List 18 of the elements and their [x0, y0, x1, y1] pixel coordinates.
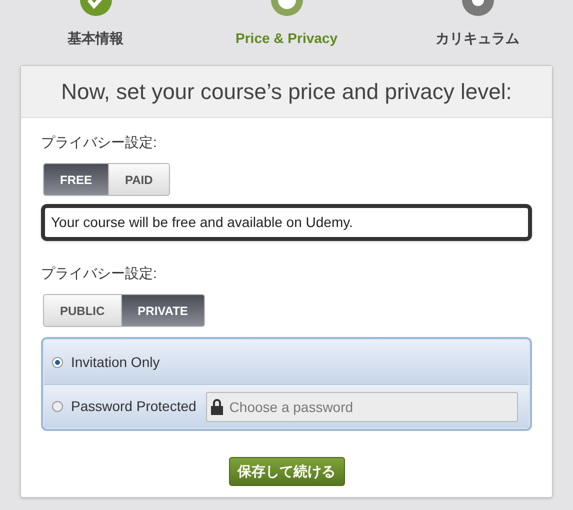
page-title: Now, set your course’s price and privacy level:: [61, 78, 512, 106]
step-label[interactable]: Price & Privacy: [236, 28, 338, 49]
save-button[interactable]: 保存して続ける: [228, 457, 344, 486]
toggle-option[interactable]: PRIVATE: [122, 294, 205, 327]
toggle-option[interactable]: FREE: [43, 163, 110, 196]
toggle-option[interactable]: PUBLIC: [43, 294, 122, 327]
radio-button[interactable]: [52, 356, 63, 368]
field-label: プライバシー設定:: [41, 264, 158, 283]
toggle-option[interactable]: PAID: [109, 163, 170, 196]
step-label[interactable]: 基本情報: [68, 28, 124, 49]
radio-button[interactable]: [52, 401, 63, 412]
password-field[interactable]: Choose a password: [206, 392, 518, 422]
message-box: Your course will be free and available on Udemy.: [41, 204, 532, 241]
radio-label[interactable]: Invitation Only: [71, 352, 160, 372]
field-label: プライバシー設定:: [41, 133, 158, 152]
lock-icon: [211, 398, 224, 414]
step-label[interactable]: カリキュラム: [436, 28, 520, 49]
radio-label[interactable]: Password Protected: [71, 396, 196, 417]
